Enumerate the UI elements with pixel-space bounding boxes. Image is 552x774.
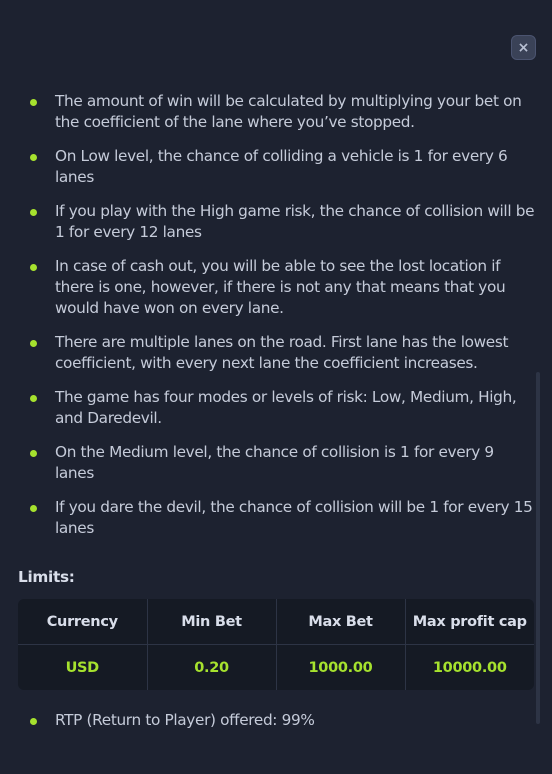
rule-item: The game has four modes or levels of ris… [18,387,536,429]
bullet-icon [30,505,37,512]
rule-text: The game has four modes or levels of ris… [55,388,517,427]
rule-text: On the Medium level, the chance of colli… [55,443,494,482]
rule-text: On Low level, the chance of colliding a … [55,147,508,186]
rules-list: The amount of win will be calculated by … [18,91,536,539]
bullet-icon [30,99,37,106]
limits-table: Currency Min Bet Max Bet Max profit cap … [18,599,534,690]
close-button[interactable]: × [511,35,536,60]
rtp-list: RTP (Return to Player) offered: 99% [18,710,536,731]
rule-text: If you play with the High game risk, the… [55,202,535,241]
header-currency: Currency [18,599,148,645]
rule-item: If you dare the devil, the chance of col… [18,497,536,539]
rule-item: On Low level, the chance of colliding a … [18,146,536,188]
scrollbar[interactable] [536,372,540,724]
rtp-text: RTP (Return to Player) offered: 99% [55,711,315,729]
bullet-icon [30,264,37,271]
rule-item: On the Medium level, the chance of colli… [18,442,536,484]
header-max-profit-cap: Max profit cap [405,599,534,645]
cell-max-profit-cap: 10000.00 [432,659,507,676]
bullet-icon [30,718,37,725]
rule-item: In case of cash out, you will be able to… [18,256,536,319]
rule-item: The amount of win will be calculated by … [18,91,536,133]
header-min-bet: Min Bet [147,599,277,645]
bullet-icon [30,340,37,347]
cell-currency: USD [18,644,148,690]
cell-min-bet: 0.20 [147,644,277,690]
bullet-icon [30,395,37,402]
rule-text: The amount of win will be calculated by … [55,92,522,131]
rules-scroll-area[interactable]: The amount of win will be calculated by … [18,91,536,743]
bullet-icon [30,209,37,216]
header-max-bet: Max Bet [276,599,406,645]
close-icon: × [517,39,530,56]
rule-text: There are multiple lanes on the road. Fi… [55,333,509,372]
rule-item: There are multiple lanes on the road. Fi… [18,332,536,374]
limits-title: Limits: [18,568,75,586]
table-header-row: Currency Min Bet Max Bet Max profit cap [18,599,534,645]
rule-text: In case of cash out, you will be able to… [55,257,506,317]
rtp-item: RTP (Return to Player) offered: 99% [18,710,536,731]
table-row: USD 0.20 1000.00 10000.00 [18,644,534,690]
bullet-icon [30,154,37,161]
cell-max-bet: 1000.00 [276,644,406,690]
rule-item: If you play with the High game risk, the… [18,201,536,243]
rule-text: If you dare the devil, the chance of col… [55,498,533,537]
bullet-icon [30,450,37,457]
